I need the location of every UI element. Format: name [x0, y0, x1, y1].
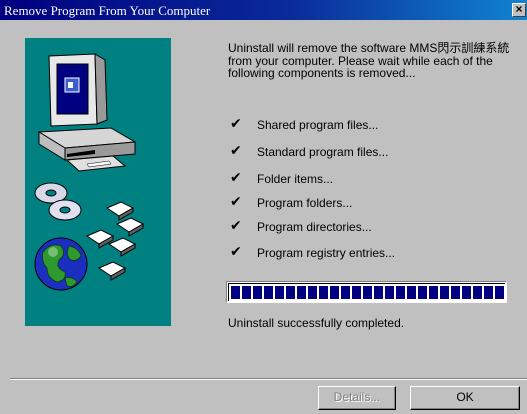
checklist-item: ✔ Program folders... — [230, 195, 510, 211]
checklist-item-label: Program folders... — [257, 196, 353, 210]
checklist-item-label: Program directories... — [257, 220, 372, 234]
progress-bar — [226, 281, 507, 303]
illustration-panel — [25, 38, 171, 326]
checklist-item: ✔ Shared program files... — [230, 117, 510, 133]
close-button[interactable]: × — [512, 3, 526, 17]
checkmark-icon: ✔ — [230, 218, 242, 234]
globe-icon — [34, 237, 88, 291]
details-button[interactable]: Details... — [318, 386, 396, 410]
checklist-item: ✔ Program directories... — [230, 219, 510, 235]
uninstall-message: Uninstall will remove the software MMS閃示… — [228, 41, 510, 80]
checklist-item-label: Shared program files... — [257, 118, 379, 132]
checklist-item-label: Folder items... — [257, 172, 334, 186]
checkmark-icon: ✔ — [230, 244, 242, 260]
checkmark-icon: ✔ — [230, 194, 242, 210]
progress-fill — [231, 286, 504, 299]
floppy-disk-icon — [85, 201, 145, 281]
computer-icon — [37, 53, 137, 172]
checklist-item-label: Program registry entries... — [257, 246, 396, 260]
ok-button[interactable]: OK — [410, 386, 520, 410]
title-bar[interactable]: Remove Program From Your Computer × — [0, 0, 527, 20]
checklist-item: ✔ Folder items... — [230, 171, 510, 187]
checkmark-icon: ✔ — [230, 170, 242, 186]
checklist-item: ✔ Standard program files... — [230, 144, 510, 160]
window-title: Remove Program From Your Computer — [4, 3, 211, 18]
uninstall-dialog: Remove Program From Your Computer × Unin… — [0, 0, 527, 414]
checkmark-icon: ✔ — [230, 143, 242, 159]
checkmark-icon: ✔ — [230, 116, 242, 132]
status-text: Uninstall successfully completed. — [228, 316, 405, 330]
checklist-item-label: Standard program files... — [257, 145, 389, 159]
cd-disc-icon — [34, 182, 82, 221]
checklist-item: ✔ Program registry entries... — [230, 245, 510, 261]
close-icon: × — [515, 3, 523, 16]
separator-highlight — [10, 379, 527, 380]
